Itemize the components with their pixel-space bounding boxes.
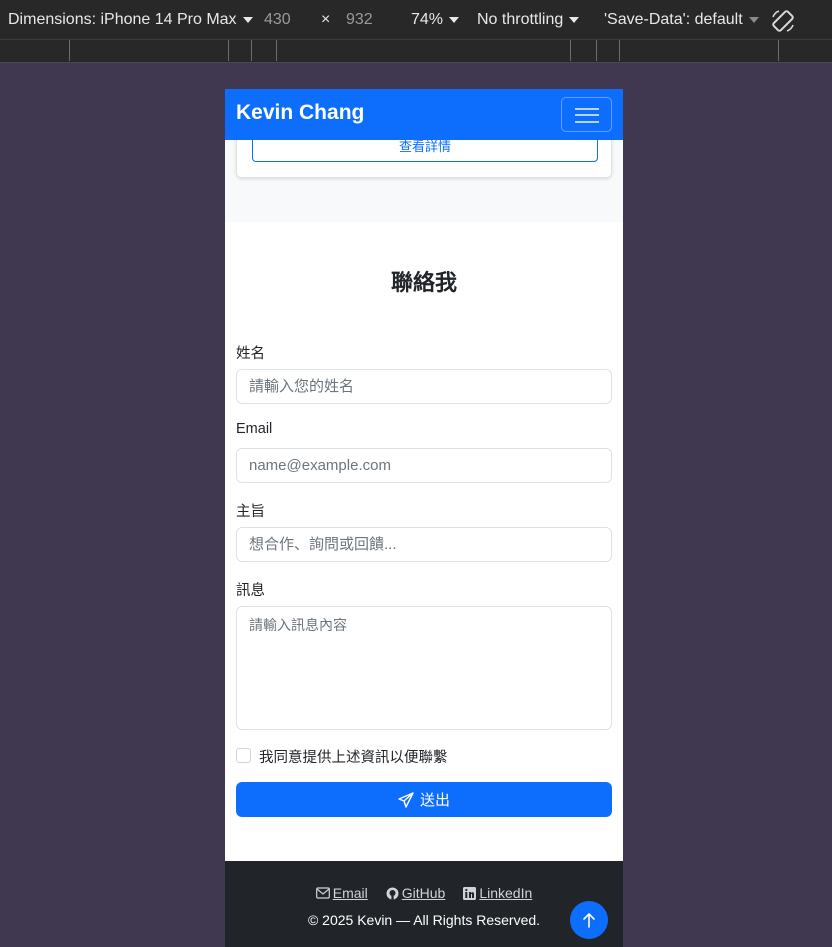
ruler-tick	[276, 40, 277, 61]
name-label: 姓名	[236, 346, 265, 362]
navbar-brand[interactable]: Kevin Chang	[236, 101, 364, 125]
chevron-down-icon	[569, 16, 580, 23]
ruler-tick	[619, 40, 620, 61]
zoom-label: 74%	[411, 11, 444, 28]
chevron-down-icon	[449, 16, 460, 23]
footer-github-label: GitHub	[401, 885, 446, 901]
ruler-tick	[570, 40, 571, 61]
footer-linkedin-label: LinkedIn	[479, 885, 533, 901]
media-query-ruler	[0, 40, 832, 63]
send-icon	[398, 791, 414, 808]
message-label: 訊息	[236, 583, 265, 599]
copyright-text: © 2025 Kevin — All Rights Reserved.	[307, 912, 541, 928]
hamburger-icon	[575, 108, 599, 110]
hamburger-icon	[575, 114, 599, 116]
submit-label: 送出	[419, 792, 450, 809]
envelope-icon	[315, 887, 330, 899]
footer-email-link[interactable]: Email	[315, 885, 368, 901]
chevron-down-icon	[242, 16, 253, 23]
save-data-label: 'Save-Data': default	[604, 11, 743, 28]
height-field[interactable]: 932	[346, 11, 373, 29]
consent-label[interactable]: 我同意提供上述資訊以便聯繫	[259, 746, 448, 767]
contact-section-title: 聯絡我	[390, 270, 457, 295]
ruler-tick	[228, 40, 229, 61]
name-input[interactable]	[236, 369, 612, 404]
footer-links: Email GitHub LinkedIn	[225, 885, 623, 901]
devtools-device-toolbar: Dimensions: iPhone 14 Pro Max 430 × 932 …	[0, 0, 832, 40]
width-field[interactable]: 430	[264, 11, 291, 29]
ruler-tick	[778, 40, 779, 61]
ruler-tick	[251, 40, 252, 61]
back-to-top-button[interactable]	[570, 901, 608, 939]
ruler-tick	[69, 40, 70, 61]
hamburger-icon	[575, 121, 599, 123]
email-label: Email	[236, 421, 273, 437]
arrow-up-icon	[583, 913, 595, 928]
device-viewport: Kevin Chang 查看詳情 聯絡我 姓名 Email 主旨 訊息 我同意提…	[225, 89, 623, 947]
zoom-dropdown[interactable]: 74%	[411, 11, 460, 29]
email-input[interactable]	[236, 448, 612, 483]
ruler-tick	[596, 40, 597, 61]
submit-button[interactable]: 送出	[236, 782, 612, 817]
projects-section: 查看詳情	[225, 132, 623, 222]
subject-label: 主旨	[236, 504, 265, 520]
navbar: Kevin Chang	[225, 89, 623, 140]
github-icon	[386, 887, 399, 900]
device-dimensions-dropdown[interactable]: Dimensions: iPhone 14 Pro Max	[8, 11, 253, 29]
dimension-separator: ×	[321, 11, 331, 28]
linkedin-icon	[463, 886, 477, 900]
chevron-down-icon	[748, 16, 759, 23]
save-data-dropdown[interactable]: 'Save-Data': default	[604, 11, 759, 29]
rotate-device-icon[interactable]	[770, 8, 796, 34]
project-card: 查看詳情	[236, 132, 612, 178]
footer-email-label: Email	[332, 885, 368, 901]
consent-checkbox[interactable]	[236, 748, 251, 763]
throttling-label: No throttling	[477, 11, 564, 28]
navbar-toggler-button[interactable]	[561, 97, 612, 132]
subject-input[interactable]	[236, 527, 612, 562]
message-textarea[interactable]	[236, 606, 612, 730]
throttling-dropdown[interactable]: No throttling	[477, 11, 580, 29]
footer-github-link[interactable]: GitHub	[386, 885, 446, 901]
footer: Email GitHub LinkedIn © 2025 Kevin — All…	[225, 861, 623, 947]
device-dimensions-label: Dimensions: iPhone 14 Pro Max	[8, 11, 237, 28]
footer-linkedin-link[interactable]: LinkedIn	[463, 885, 532, 901]
